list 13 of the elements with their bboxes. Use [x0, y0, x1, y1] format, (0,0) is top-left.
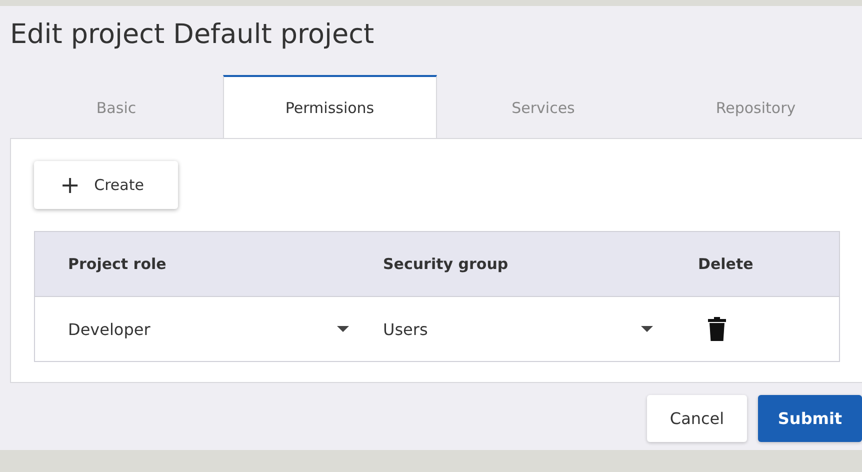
create-button[interactable]: + Create — [34, 161, 178, 209]
column-header: Security group — [383, 255, 510, 273]
tab[interactable]: Permissions — [222, 75, 437, 138]
column-header: Project role — [68, 255, 168, 273]
caret-icon — [337, 326, 349, 332]
caret-icon — [641, 326, 653, 332]
cancel-button[interactable]: Cancel — [647, 395, 747, 442]
column-header: Delete — [698, 255, 754, 273]
role-select[interactable]: Developer — [68, 309, 349, 349]
submit-button[interactable]: Submit — [758, 395, 862, 442]
trash-icon[interactable] — [708, 317, 726, 341]
group-select[interactable]: Users — [383, 309, 653, 349]
page-title: Edit project Default project — [9, 18, 376, 52]
